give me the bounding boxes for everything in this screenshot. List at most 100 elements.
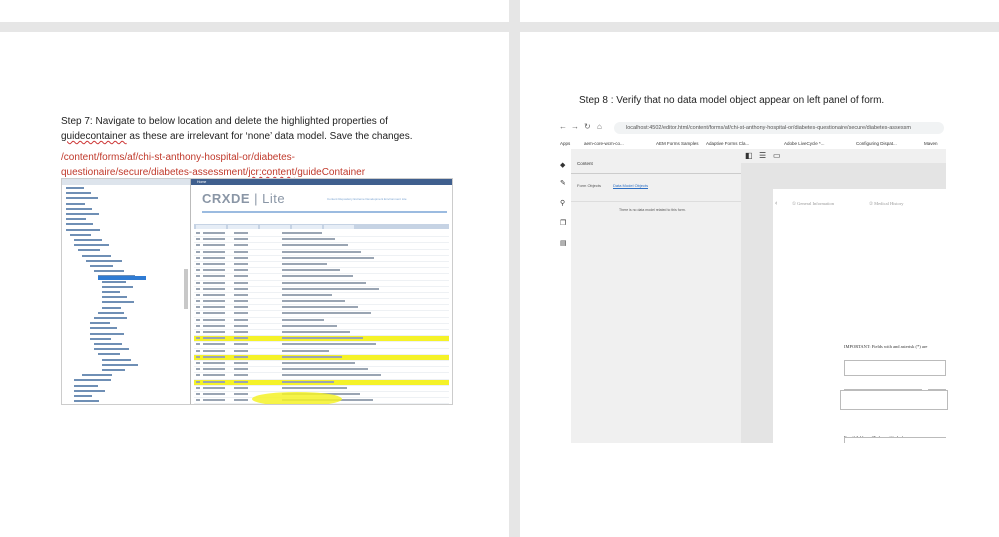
tree-node[interactable] <box>90 327 117 330</box>
bookmark-apps[interactable]: Apps <box>560 141 570 146</box>
home-icon[interactable]: ⌂ <box>597 122 602 131</box>
forward-icon[interactable]: → <box>571 122 579 131</box>
address-bar[interactable]: localhost:4502/editor.html/content/forms… <box>614 122 944 134</box>
property-cell <box>196 275 200 278</box>
tree-node[interactable] <box>94 348 129 351</box>
tree-node[interactable] <box>98 311 124 314</box>
property-cell <box>196 300 200 303</box>
tree-node[interactable] <box>66 187 84 189</box>
tab-replication[interactable] <box>260 225 290 229</box>
tree-node[interactable] <box>102 363 138 366</box>
content-icon[interactable]: ◆ <box>560 161 565 169</box>
tree-node[interactable] <box>102 291 120 293</box>
reload-icon[interactable]: ↻ <box>584 122 591 131</box>
tab-form-objects[interactable]: Form Objects <box>577 183 601 188</box>
tab-build-info[interactable] <box>324 225 354 229</box>
tree-node[interactable] <box>74 400 99 403</box>
sidepanel-icon[interactable]: ◧ <box>745 151 753 160</box>
property-cell <box>203 312 225 315</box>
tree-node[interactable] <box>82 374 112 377</box>
form-bottom-box[interactable] <box>840 390 948 410</box>
path-line2c: /guideContainer <box>294 167 366 178</box>
tree-node[interactable] <box>102 306 121 309</box>
tree-node[interactable] <box>94 270 124 273</box>
tree-node[interactable] <box>102 301 134 304</box>
property-cell <box>203 256 225 259</box>
tree-node[interactable] <box>102 285 133 288</box>
settings-icon[interactable]: ☰ <box>759 151 766 160</box>
preferred-name-input[interactable] <box>844 437 946 443</box>
wizard-step-general[interactable]: ① General Information <box>792 201 834 207</box>
tab-access-control[interactable] <box>228 225 258 229</box>
property-cell <box>234 386 248 389</box>
panel-header: Content <box>577 161 593 166</box>
tree-node[interactable] <box>74 389 105 392</box>
tree-node[interactable] <box>66 228 100 231</box>
wizard-prev-icon[interactable]: ‹ <box>775 199 777 207</box>
crx-tree-scrollbar[interactable] <box>184 269 188 309</box>
tree-node[interactable] <box>74 384 98 387</box>
document-icon[interactable]: ▤ <box>560 239 567 247</box>
tree-node[interactable] <box>66 207 92 210</box>
tree-node[interactable] <box>94 317 127 319</box>
bookmark-aem-forms[interactable]: AEM Forms Samples <box>656 141 699 146</box>
tree-node[interactable] <box>90 332 124 335</box>
tab-data-model-objects[interactable]: Data Model Objects <box>613 183 649 189</box>
tree-node[interactable] <box>90 337 111 340</box>
tree-node[interactable] <box>74 239 102 241</box>
bookmark-adaptive-forms[interactable]: Adaptive Forms Cla... <box>706 141 749 146</box>
tab-console[interactable] <box>292 225 322 229</box>
tree-node[interactable] <box>102 296 127 299</box>
tree-node[interactable] <box>90 322 110 325</box>
tree-node[interactable] <box>102 369 125 371</box>
bookmark-aem-core[interactable]: aem-core-wcm-co... <box>584 141 624 146</box>
tree-node[interactable] <box>94 343 122 345</box>
back-icon[interactable]: ← <box>559 122 567 131</box>
property-cell <box>282 349 329 352</box>
wizard-step-medical[interactable]: ② Medical History <box>869 201 904 207</box>
property-cell <box>196 318 200 321</box>
tree-node[interactable] <box>66 202 85 205</box>
tree-node[interactable] <box>74 244 109 247</box>
property-cell <box>282 368 368 371</box>
assets-icon[interactable]: ⚲ <box>560 199 565 207</box>
tree-node[interactable] <box>70 233 91 236</box>
wizard-step-general-label: General Information <box>797 201 835 206</box>
tree-node[interactable] <box>86 259 122 262</box>
tree-node[interactable] <box>66 197 98 200</box>
property-cell <box>234 232 248 234</box>
bookmark-livecycle[interactable]: Adobe LiveCycle *... <box>784 141 825 146</box>
property-cell <box>234 275 248 278</box>
property-cell <box>203 399 225 402</box>
property-cell <box>282 293 332 296</box>
bookmark-maven[interactable]: Maven <box>924 141 938 146</box>
tree-node[interactable] <box>78 249 100 252</box>
property-cell <box>234 281 248 284</box>
property-cell <box>203 269 225 272</box>
tree-node[interactable] <box>74 395 92 397</box>
crx-home-tab[interactable]: Home <box>197 180 206 184</box>
tab-properties[interactable] <box>196 225 226 229</box>
property-cell <box>282 269 340 272</box>
tree-node[interactable] <box>66 192 91 195</box>
email-input[interactable] <box>844 360 946 376</box>
tree-node[interactable] <box>66 213 99 215</box>
tree-node[interactable] <box>66 218 86 221</box>
tree-node[interactable] <box>98 353 120 356</box>
tree-node[interactable] <box>66 223 93 226</box>
property-row[interactable] <box>194 404 449 405</box>
wrench-icon[interactable]: ✎ <box>560 179 566 187</box>
property-cell <box>203 300 225 303</box>
tree-node[interactable] <box>102 280 126 283</box>
comment-icon[interactable]: ▭ <box>773 151 781 160</box>
tree-node[interactable] <box>82 254 111 257</box>
step7-text: Step 7: Navigate to below location and d… <box>61 114 413 144</box>
tree-node[interactable] <box>90 265 113 267</box>
property-cell <box>282 386 347 389</box>
tree-node[interactable] <box>102 358 131 361</box>
tree-node[interactable] <box>74 379 111 382</box>
property-cell <box>203 355 225 358</box>
bookmark-dispatcher[interactable]: Configuring Dispat... <box>856 141 897 146</box>
copy-icon[interactable]: ❐ <box>560 219 566 227</box>
crx-tree-panel <box>62 179 191 404</box>
